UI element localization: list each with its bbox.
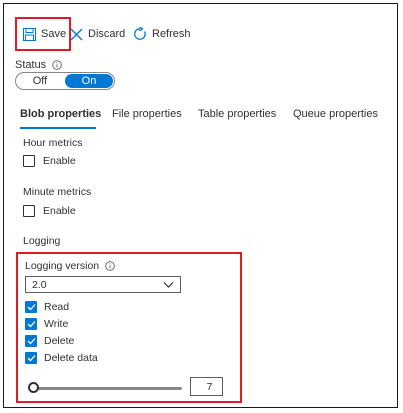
save-icon [23, 27, 36, 41]
minute-metrics-label: Minute metrics [23, 186, 92, 198]
refresh-icon [134, 27, 146, 40]
checkbox-box[interactable] [25, 352, 37, 364]
toolbar: Save Discard Refresh [4, 17, 397, 51]
logging-delete-data-label: Delete data [44, 352, 98, 364]
chevron-down-icon [163, 282, 174, 288]
status-label: Status [15, 59, 62, 71]
save-button[interactable]: Save [15, 17, 71, 51]
logging-delete-checkbox[interactable]: Delete [25, 335, 74, 347]
refresh-label: Refresh [152, 28, 191, 40]
active-tab-indicator [20, 127, 96, 129]
checkbox-box[interactable] [25, 318, 37, 330]
retention-days-input[interactable]: 7 [190, 377, 223, 396]
retention-slider[interactable] [28, 382, 182, 394]
status-off-option[interactable]: Off [16, 73, 64, 89]
logging-delete-label: Delete [44, 335, 75, 347]
logging-version-dropdown[interactable]: 2.0 [25, 276, 181, 293]
tab-queue-properties[interactable]: Queue properties [293, 108, 378, 120]
status-toggle[interactable]: Off On [15, 72, 115, 90]
discard-label: Discard [88, 28, 126, 40]
logging-delete-data-checkbox[interactable]: Delete data [25, 352, 98, 364]
close-icon [70, 28, 83, 40]
info-icon[interactable] [105, 261, 115, 271]
logging-version-label: Logging version [25, 260, 115, 272]
checkbox-box[interactable] [23, 205, 35, 217]
logging-settings-group: Logging version 2.0 Read Write Delete De… [16, 252, 242, 403]
logging-write-checkbox[interactable]: Write [25, 318, 68, 330]
slider-track[interactable] [32, 387, 182, 390]
logging-read-label: Read [44, 301, 70, 313]
checkbox-box[interactable] [23, 155, 35, 167]
status-on-option[interactable]: On [65, 74, 113, 88]
checkbox-box[interactable] [25, 335, 37, 347]
status-label-text: Status [15, 59, 47, 71]
checkmark-icon [27, 321, 35, 328]
logging-write-label: Write [44, 318, 69, 330]
minute-metrics-enable-checkbox[interactable]: Enable [23, 205, 76, 217]
hour-metrics-label: Hour metrics [23, 137, 83, 149]
logging-version-label-text: Logging version [25, 260, 100, 272]
checkmark-icon [27, 338, 35, 345]
blob-properties-panel: Save Discard Refresh Status Off On Blob … [3, 3, 398, 408]
logging-read-checkbox[interactable]: Read [25, 301, 69, 313]
tab-file-properties[interactable]: File properties [112, 108, 182, 120]
logging-version-value: 2.0 [32, 278, 47, 291]
minute-metrics-enable-label: Enable [43, 205, 76, 217]
checkbox-box[interactable] [25, 301, 37, 313]
discard-button[interactable]: Discard [70, 17, 125, 51]
hour-metrics-enable-label: Enable [43, 155, 76, 167]
checkmark-icon [27, 355, 35, 362]
properties-tabs: Blob properties File properties Table pr… [4, 108, 397, 132]
tab-table-properties[interactable]: Table properties [198, 108, 276, 120]
refresh-button[interactable]: Refresh [133, 17, 191, 51]
info-icon[interactable] [52, 60, 62, 70]
save-label: Save [41, 28, 67, 40]
hour-metrics-enable-checkbox[interactable]: Enable [23, 155, 76, 167]
logging-label: Logging [23, 235, 61, 247]
checkmark-icon [27, 304, 35, 311]
tab-blob-properties[interactable]: Blob properties [20, 108, 101, 120]
slider-thumb[interactable] [28, 382, 39, 393]
